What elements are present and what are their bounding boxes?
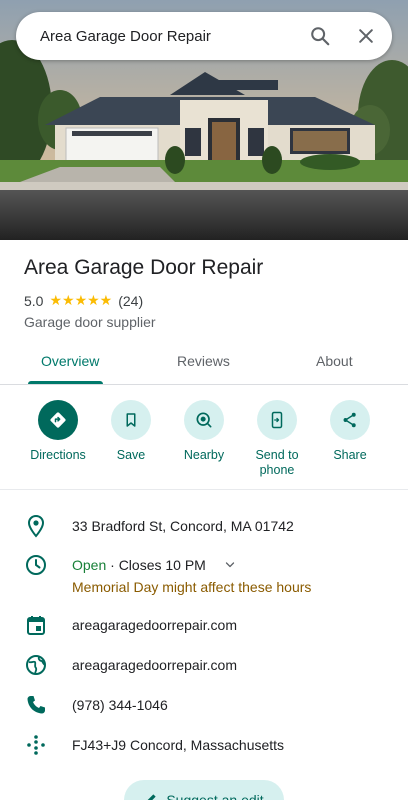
rating-value: 5.0 bbox=[24, 292, 44, 309]
rating-row[interactable]: 5.0 ★★★★★ (24) bbox=[24, 292, 143, 309]
website-link[interactable]: areagaragedoorrepair.com bbox=[72, 657, 237, 673]
plus-code-row[interactable]: FJ43+J9 Concord, Massachusetts bbox=[0, 733, 408, 773]
close-icon[interactable] bbox=[346, 16, 386, 56]
nearby-icon bbox=[184, 400, 224, 440]
send-to-phone-label: Send to phone bbox=[255, 448, 299, 477]
address-row[interactable]: 33 Bradford St, Concord, MA 01742 bbox=[0, 514, 408, 554]
suggest-edit-label: Suggest an edit bbox=[166, 792, 264, 800]
directions-button[interactable]: Directions bbox=[20, 400, 96, 463]
closing-time: · Closes 10 PM bbox=[106, 557, 206, 573]
clock-icon bbox=[24, 553, 48, 577]
save-button[interactable]: Save bbox=[93, 400, 169, 463]
suggest-edit-button[interactable]: Suggest an edit bbox=[124, 780, 284, 800]
share-button[interactable]: Share bbox=[312, 400, 388, 463]
star-rating-icon: ★★★★★ bbox=[49, 292, 113, 308]
action-bar: Directions Save Nearby Send to phone Sha… bbox=[0, 386, 408, 490]
share-icon bbox=[330, 400, 370, 440]
send-to-phone-icon bbox=[257, 400, 297, 440]
place-category[interactable]: Garage door supplier bbox=[24, 314, 156, 330]
globe-icon bbox=[24, 653, 48, 677]
phone-row[interactable]: (978) 344-1046 bbox=[0, 693, 408, 733]
nearby-label: Nearby bbox=[183, 448, 225, 462]
save-label: Save bbox=[116, 448, 146, 462]
tab-overview[interactable]: Overview bbox=[41, 353, 99, 369]
place-title: Area Garage Door Repair bbox=[24, 256, 264, 279]
holiday-hours-note: Memorial Day might affect these hours bbox=[72, 579, 312, 595]
phone-number[interactable]: (978) 344-1046 bbox=[72, 697, 168, 713]
pencil-icon bbox=[144, 792, 158, 800]
hours-summary: Open · Closes 10 PM bbox=[72, 557, 236, 574]
calendar-icon bbox=[24, 613, 48, 637]
search-icon[interactable] bbox=[300, 16, 340, 56]
plus-code-text: FJ43+J9 Concord, Massachusetts bbox=[72, 737, 285, 753]
directions-icon bbox=[38, 400, 78, 440]
plus-code-icon bbox=[24, 733, 48, 757]
search-bar[interactable]: Area Garage Door Repair bbox=[16, 12, 392, 60]
search-input[interactable]: Area Garage Door Repair bbox=[40, 28, 300, 45]
address-text: 33 Bradford St, Concord, MA 01742 bbox=[72, 518, 294, 534]
nearby-button[interactable]: Nearby bbox=[166, 400, 242, 463]
tab-about[interactable]: About bbox=[316, 353, 353, 369]
location-pin-icon bbox=[24, 514, 48, 538]
directions-label: Directions bbox=[30, 448, 86, 462]
booking-link[interactable]: areagaragedoorrepair.com bbox=[72, 617, 237, 633]
share-label: Share bbox=[333, 448, 367, 462]
tab-reviews[interactable]: Reviews bbox=[177, 353, 230, 369]
booking-row[interactable]: areagaragedoorrepair.com bbox=[0, 613, 408, 653]
bookmark-icon bbox=[111, 400, 151, 440]
chevron-down-icon[interactable] bbox=[224, 558, 236, 574]
open-status: Open bbox=[72, 557, 107, 573]
review-count[interactable]: (24) bbox=[118, 293, 143, 309]
phone-icon bbox=[24, 693, 48, 717]
hours-row[interactable]: Open · Closes 10 PM Memorial Day might a… bbox=[0, 553, 408, 603]
send-to-phone-button[interactable]: Send to phone bbox=[239, 400, 315, 478]
tab-bar: Overview Reviews About bbox=[0, 340, 408, 385]
website-row[interactable]: areagaragedoorrepair.com bbox=[0, 653, 408, 693]
active-tab-indicator bbox=[28, 381, 103, 384]
